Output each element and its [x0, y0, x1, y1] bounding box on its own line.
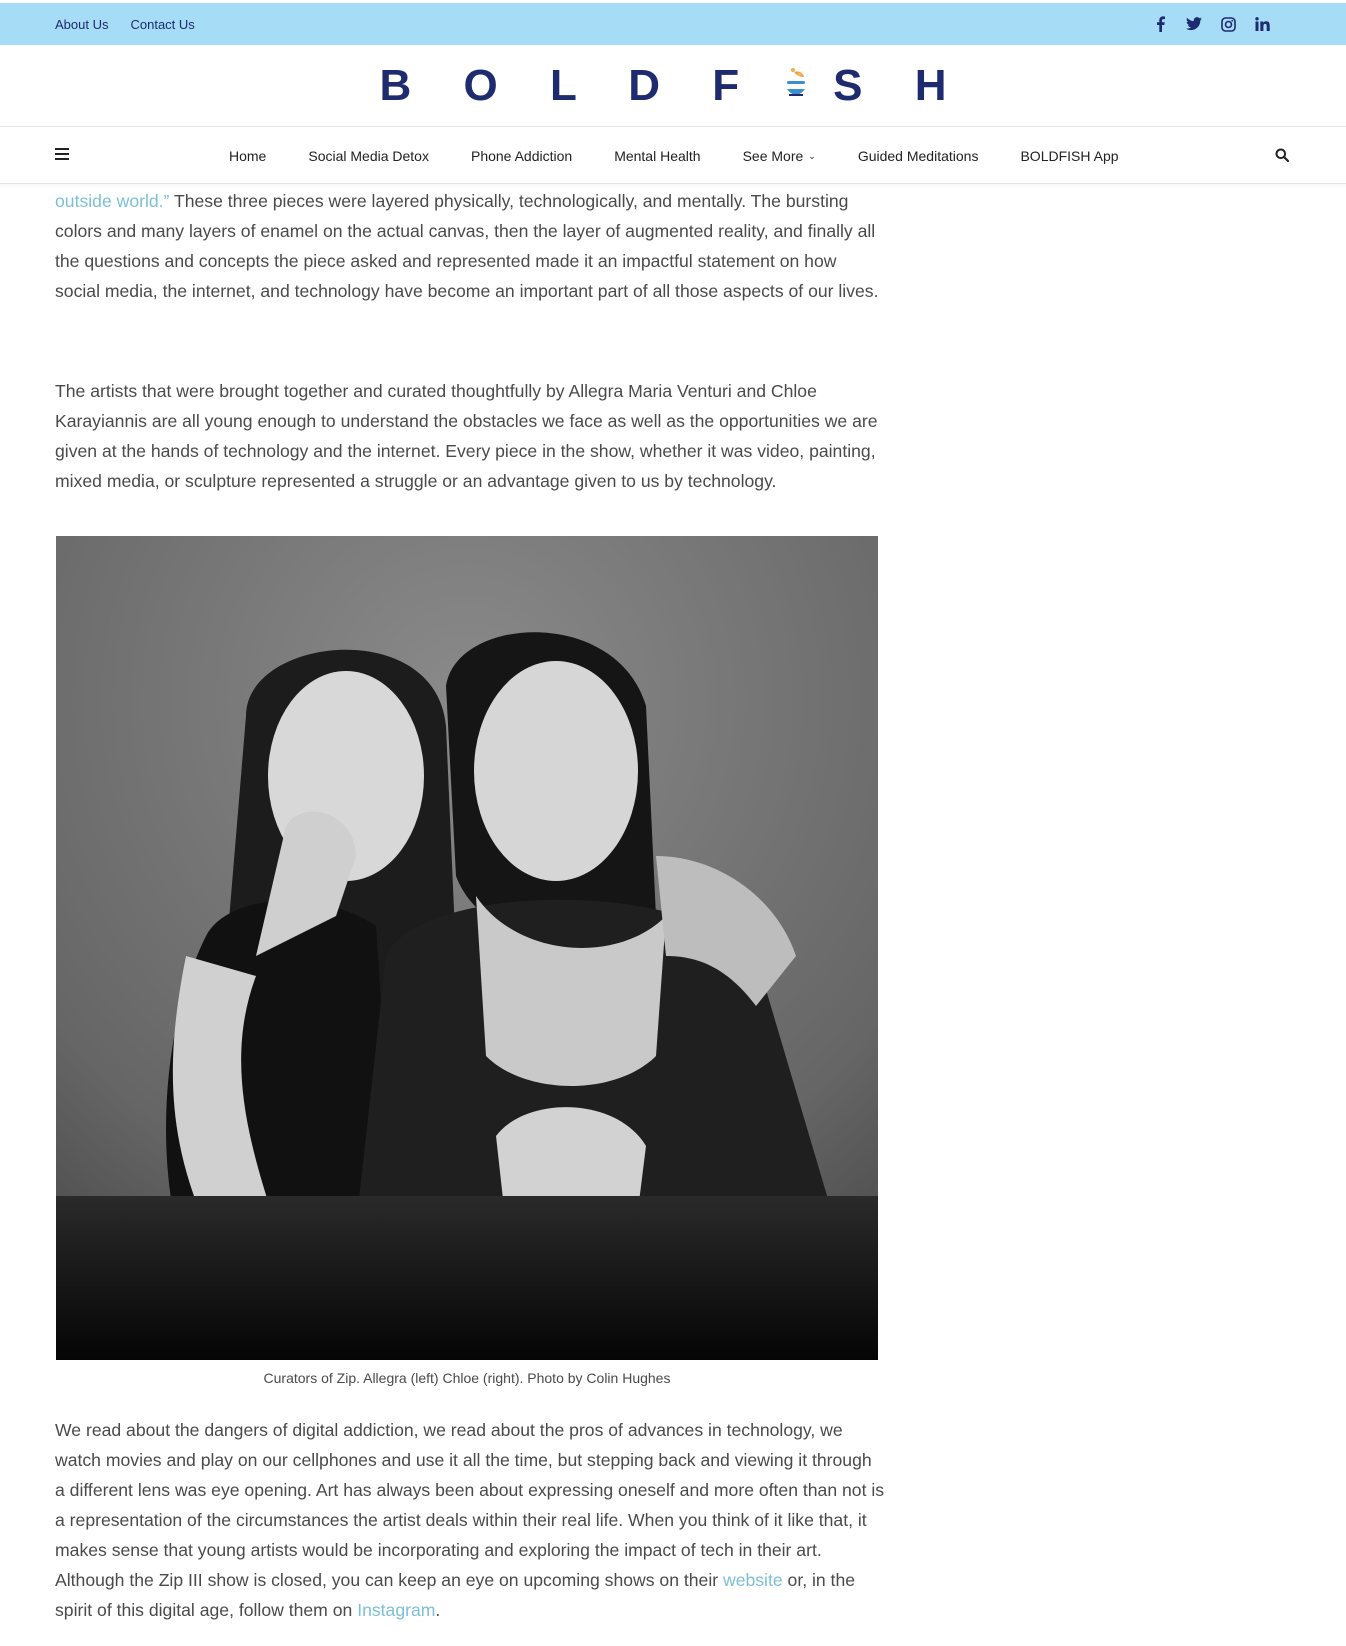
main-nav: Home Social Media Detox Phone Addiction …	[0, 128, 1346, 184]
article-paragraph-1: outside world.” These three pieces were …	[55, 186, 885, 306]
paragraph-1-text: These three pieces were layered physical…	[55, 191, 879, 301]
paragraph-2-text: The artists that were brought together a…	[55, 381, 878, 491]
photo-caption: Curators of Zip. Allegra (left) Chloe (r…	[263, 1370, 671, 1386]
logo-text-start: B O L D F	[379, 60, 760, 110]
fish-logo-icon	[787, 67, 806, 96]
website-link[interactable]: website	[723, 1570, 783, 1590]
twitter-icon[interactable]	[1186, 16, 1202, 32]
nav-items: Home Social Media Detox Phone Addiction …	[229, 128, 1161, 184]
instagram-link[interactable]: Instagram	[357, 1600, 435, 1620]
nav-item-boldfish-app[interactable]: BOLDFISH App	[1020, 148, 1118, 164]
nav-item-phone-addiction[interactable]: Phone Addiction	[471, 148, 572, 164]
paragraph-3-text-c: .	[435, 1600, 441, 1620]
hamburger-menu-icon[interactable]	[55, 148, 69, 160]
site-logo[interactable]: B O L D F S H	[0, 45, 1346, 127]
facebook-icon[interactable]	[1152, 16, 1168, 32]
see-more-label: See More	[742, 148, 804, 164]
chevron-down-icon: ⌄	[808, 150, 816, 161]
nav-item-mental-health[interactable]: Mental Health	[614, 148, 700, 164]
article-paragraph-2: The artists that were brought together a…	[55, 376, 885, 496]
social-links	[1152, 3, 1270, 45]
contact-us-link[interactable]: Contact Us	[130, 17, 194, 32]
linkedin-icon[interactable]	[1254, 16, 1270, 32]
article-paragraph-3: We read about the dangers of digital add…	[55, 1415, 885, 1625]
logo-wordmark: B O L D F S H	[380, 61, 967, 111]
search-icon[interactable]	[1275, 148, 1289, 162]
top-links: About Us Contact Us	[55, 3, 195, 45]
instagram-icon[interactable]	[1220, 16, 1236, 32]
nav-item-home[interactable]: Home	[229, 148, 266, 164]
nav-item-see-more[interactable]: See More ⌄	[743, 148, 816, 164]
logo-text-end: S H	[833, 60, 967, 110]
nav-item-guided-meditations[interactable]: Guided Meditations	[858, 148, 979, 164]
about-us-link[interactable]: About Us	[55, 17, 108, 32]
top-bar: About Us Contact Us	[0, 3, 1346, 45]
outside-world-link[interactable]: outside world.”	[55, 191, 169, 211]
paragraph-3-text-a: We read about the dangers of digital add…	[55, 1420, 885, 1590]
curators-photo	[56, 536, 878, 1360]
nav-item-social-media-detox[interactable]: Social Media Detox	[308, 148, 429, 164]
